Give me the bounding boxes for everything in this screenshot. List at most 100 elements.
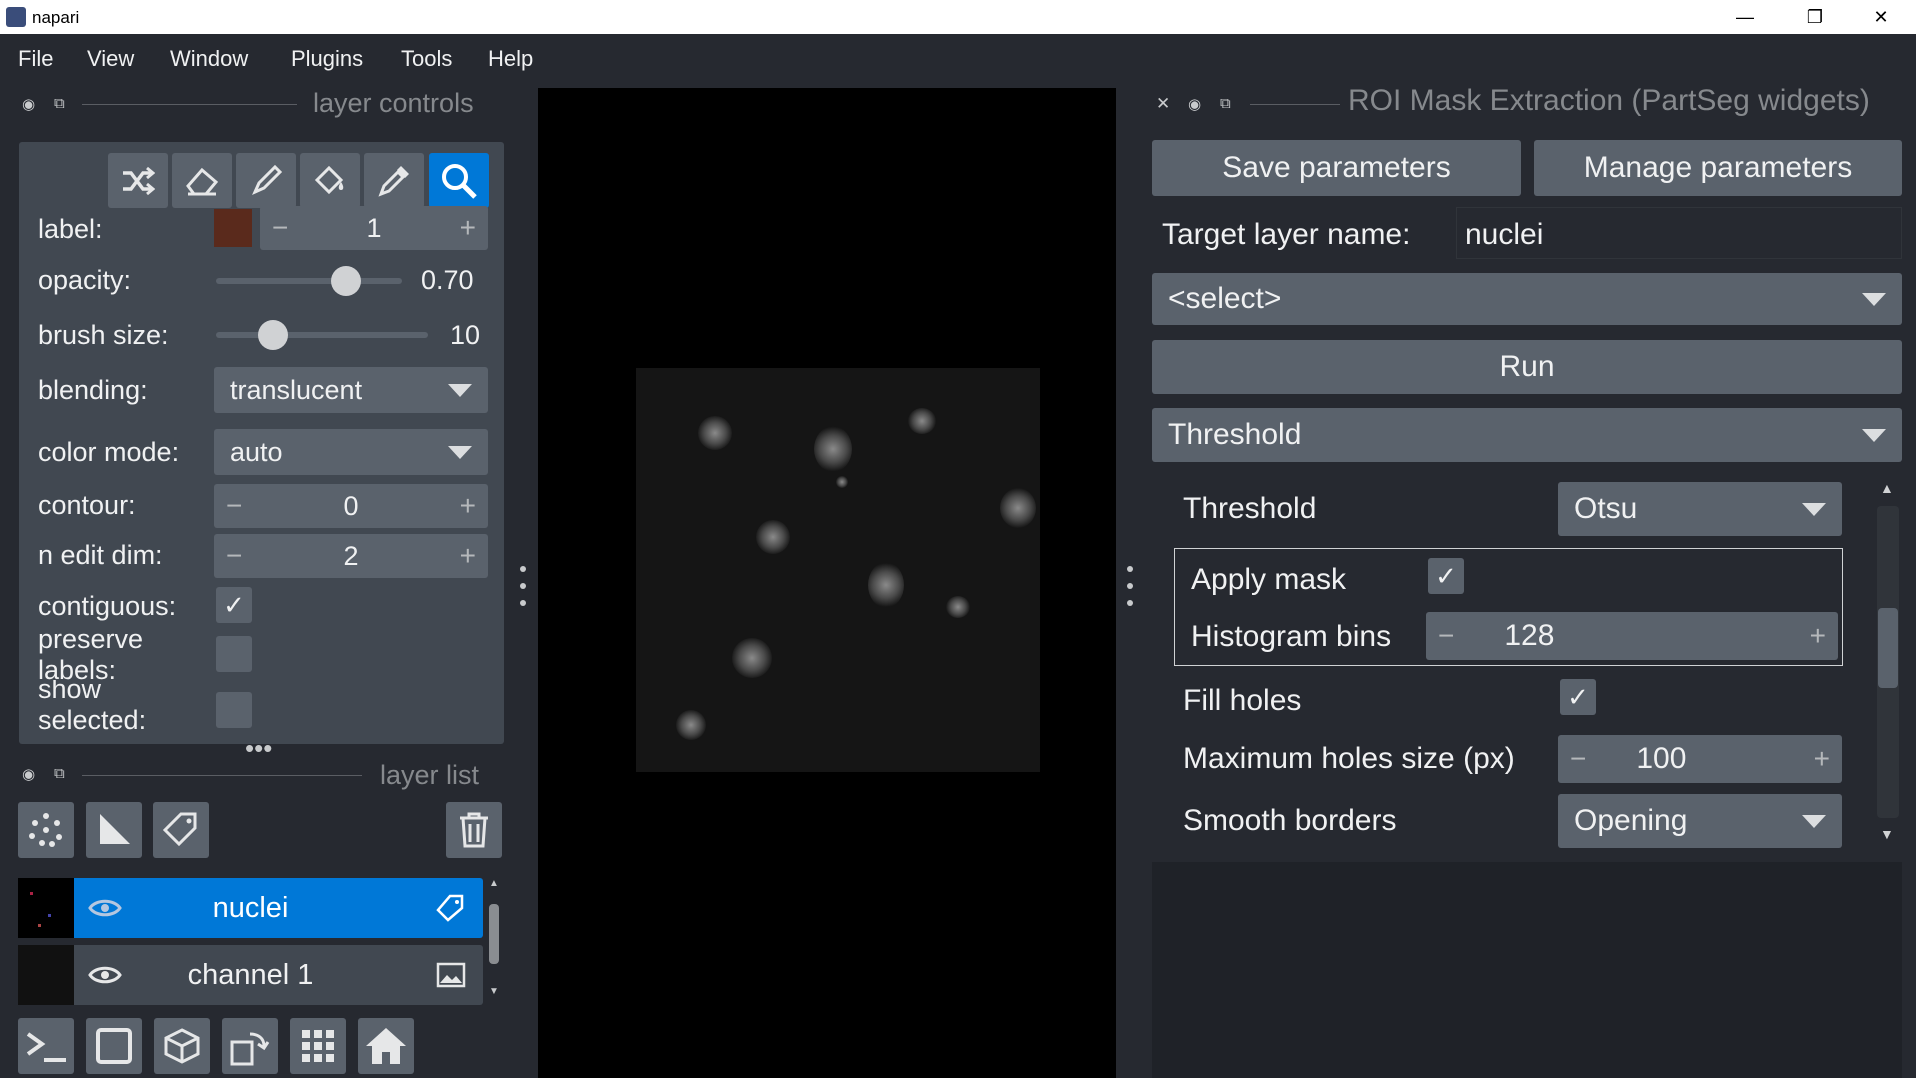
blending-dropdown[interactable]: translucent: [214, 367, 488, 413]
magnifier-icon: [442, 163, 477, 199]
opacity-label: opacity:: [38, 265, 132, 295]
home-button[interactable]: [358, 1018, 414, 1074]
histogram-bins-label: Histogram bins: [1191, 620, 1392, 653]
scrollbar-thumb[interactable]: [489, 904, 499, 964]
contour-spinbox[interactable]: − 0 +: [214, 484, 488, 528]
scroll-up-icon[interactable]: ▲: [489, 878, 499, 889]
eyedropper-icon: [378, 165, 409, 197]
menu-file[interactable]: File: [18, 46, 53, 72]
layer-list-title: layer list: [380, 760, 480, 790]
color-mode-value: auto: [230, 436, 283, 467]
save-parameters-button[interactable]: Save parameters: [1152, 140, 1521, 196]
delete-layer-button[interactable]: [446, 802, 502, 858]
manage-parameters-button[interactable]: Manage parameters: [1534, 140, 1902, 196]
float-dock-icon[interactable]: ⧉: [1220, 95, 1231, 112]
scroll-up-icon[interactable]: ▲: [1880, 480, 1894, 496]
new-labels-layer-button[interactable]: [153, 802, 209, 858]
pick-label-button[interactable]: [364, 153, 424, 208]
increment-icon[interactable]: +: [460, 212, 476, 244]
increment-icon[interactable]: +: [460, 540, 476, 572]
decrement-icon[interactable]: −: [226, 540, 242, 572]
target-layer-name-input[interactable]: nuclei: [1456, 207, 1902, 259]
run-button[interactable]: Run: [1152, 340, 1902, 394]
pan-zoom-button[interactable]: [429, 153, 489, 208]
chevron-down-icon: [1862, 428, 1886, 442]
scroll-down-icon[interactable]: ▼: [489, 986, 499, 997]
color-mode-label: color mode:: [38, 437, 180, 467]
blending-value: translucent: [230, 374, 363, 405]
threshold-method-value: Otsu: [1574, 492, 1638, 525]
float-dock-icon[interactable]: ⧉: [54, 765, 65, 782]
opacity-slider-handle[interactable]: [331, 266, 362, 296]
menu-help[interactable]: Help: [488, 46, 533, 72]
restore-button[interactable]: ❐: [1780, 0, 1850, 34]
opacity-slider[interactable]: [216, 278, 402, 284]
close-button[interactable]: ✕: [1846, 0, 1916, 34]
right-splitter-handle[interactable]: [1123, 566, 1137, 606]
hide-dock-icon[interactable]: ◉: [22, 95, 35, 113]
layer-name[interactable]: channel 1: [18, 959, 483, 992]
layer-row-nuclei[interactable]: nuclei: [18, 878, 483, 938]
terminal-icon: [26, 1032, 66, 1062]
brush-icon: [252, 164, 283, 195]
home-icon: [366, 1028, 406, 1064]
decrement-icon[interactable]: −: [1438, 620, 1454, 652]
chevron-down-icon: [448, 383, 472, 397]
fill-button[interactable]: [300, 153, 360, 208]
roll-dims-button[interactable]: [86, 1018, 142, 1074]
decrement-icon[interactable]: −: [272, 212, 288, 244]
shuffle-colors-button[interactable]: [108, 153, 168, 208]
brush-size-slider-handle[interactable]: [258, 320, 288, 350]
transpose-button[interactable]: [222, 1018, 278, 1074]
console-button[interactable]: [18, 1018, 74, 1074]
increment-icon[interactable]: +: [460, 490, 476, 522]
show-selected-checkbox[interactable]: [216, 692, 252, 728]
preserve-labels-checkbox[interactable]: [216, 636, 252, 672]
fill-holes-checkbox[interactable]: ✓: [1560, 679, 1596, 715]
brush-size-slider[interactable]: [216, 332, 428, 338]
menu-window[interactable]: Window: [170, 46, 248, 72]
threshold-method-dropdown[interactable]: Otsu: [1558, 482, 1842, 536]
scrollbar-thumb[interactable]: [1878, 608, 1898, 688]
increment-icon[interactable]: +: [1814, 743, 1830, 775]
color-mode-dropdown[interactable]: auto: [214, 429, 488, 475]
splitter-handle[interactable]: •••: [245, 733, 272, 764]
layer-name[interactable]: nuclei: [18, 892, 483, 925]
max-holes-size-spinbox[interactable]: − 100 +: [1558, 735, 1842, 783]
target-layer-name-label: Target layer name:: [1162, 218, 1411, 251]
close-dock-icon[interactable]: ✕: [1156, 94, 1170, 114]
new-points-layer-button[interactable]: [18, 802, 74, 858]
menu-plugins[interactable]: Plugins: [291, 46, 363, 72]
minimize-button[interactable]: —: [1710, 0, 1780, 34]
roi-widget-title: ROI Mask Extraction (PartSeg widgets): [1348, 84, 1870, 117]
paint-button[interactable]: [236, 153, 296, 208]
hide-dock-icon[interactable]: ◉: [22, 765, 35, 783]
algorithm-dropdown[interactable]: Threshold: [1152, 408, 1902, 462]
menu-tools[interactable]: Tools: [401, 46, 452, 72]
n-edit-dim-spinbox[interactable]: − 2 +: [214, 534, 488, 578]
label-label: label:: [38, 214, 103, 244]
shapes-icon: [100, 814, 130, 844]
histogram-bins-spinbox[interactable]: − 128 +: [1426, 612, 1838, 660]
layer-list-scrollbar[interactable]: ▲ ▼: [487, 878, 501, 1002]
parameter-set-dropdown[interactable]: <select>: [1152, 273, 1902, 325]
params-scrollbar[interactable]: ▲ ▼: [1875, 478, 1901, 848]
decrement-icon[interactable]: −: [1570, 743, 1586, 775]
label-value: 1: [366, 212, 382, 243]
apply-mask-checkbox[interactable]: ✓: [1428, 558, 1464, 594]
toggle-3d-button[interactable]: [154, 1018, 210, 1074]
contiguous-checkbox[interactable]: ✓: [216, 587, 252, 623]
scroll-down-icon[interactable]: ▼: [1880, 826, 1894, 842]
label-spinbox[interactable]: − 1 +: [260, 206, 488, 250]
float-dock-icon[interactable]: ⧉: [54, 95, 65, 112]
left-splitter-handle[interactable]: [516, 566, 530, 606]
layer-row-channel-1[interactable]: channel 1: [18, 945, 483, 1005]
increment-icon[interactable]: +: [1810, 620, 1826, 652]
smooth-borders-dropdown[interactable]: Opening: [1558, 794, 1842, 848]
new-shapes-layer-button[interactable]: [86, 802, 142, 858]
grid-button[interactable]: [290, 1018, 346, 1074]
decrement-icon[interactable]: −: [226, 490, 242, 522]
erase-button[interactable]: [172, 153, 232, 208]
menu-view[interactable]: View: [87, 46, 134, 72]
hide-dock-icon[interactable]: ◉: [1188, 95, 1201, 113]
